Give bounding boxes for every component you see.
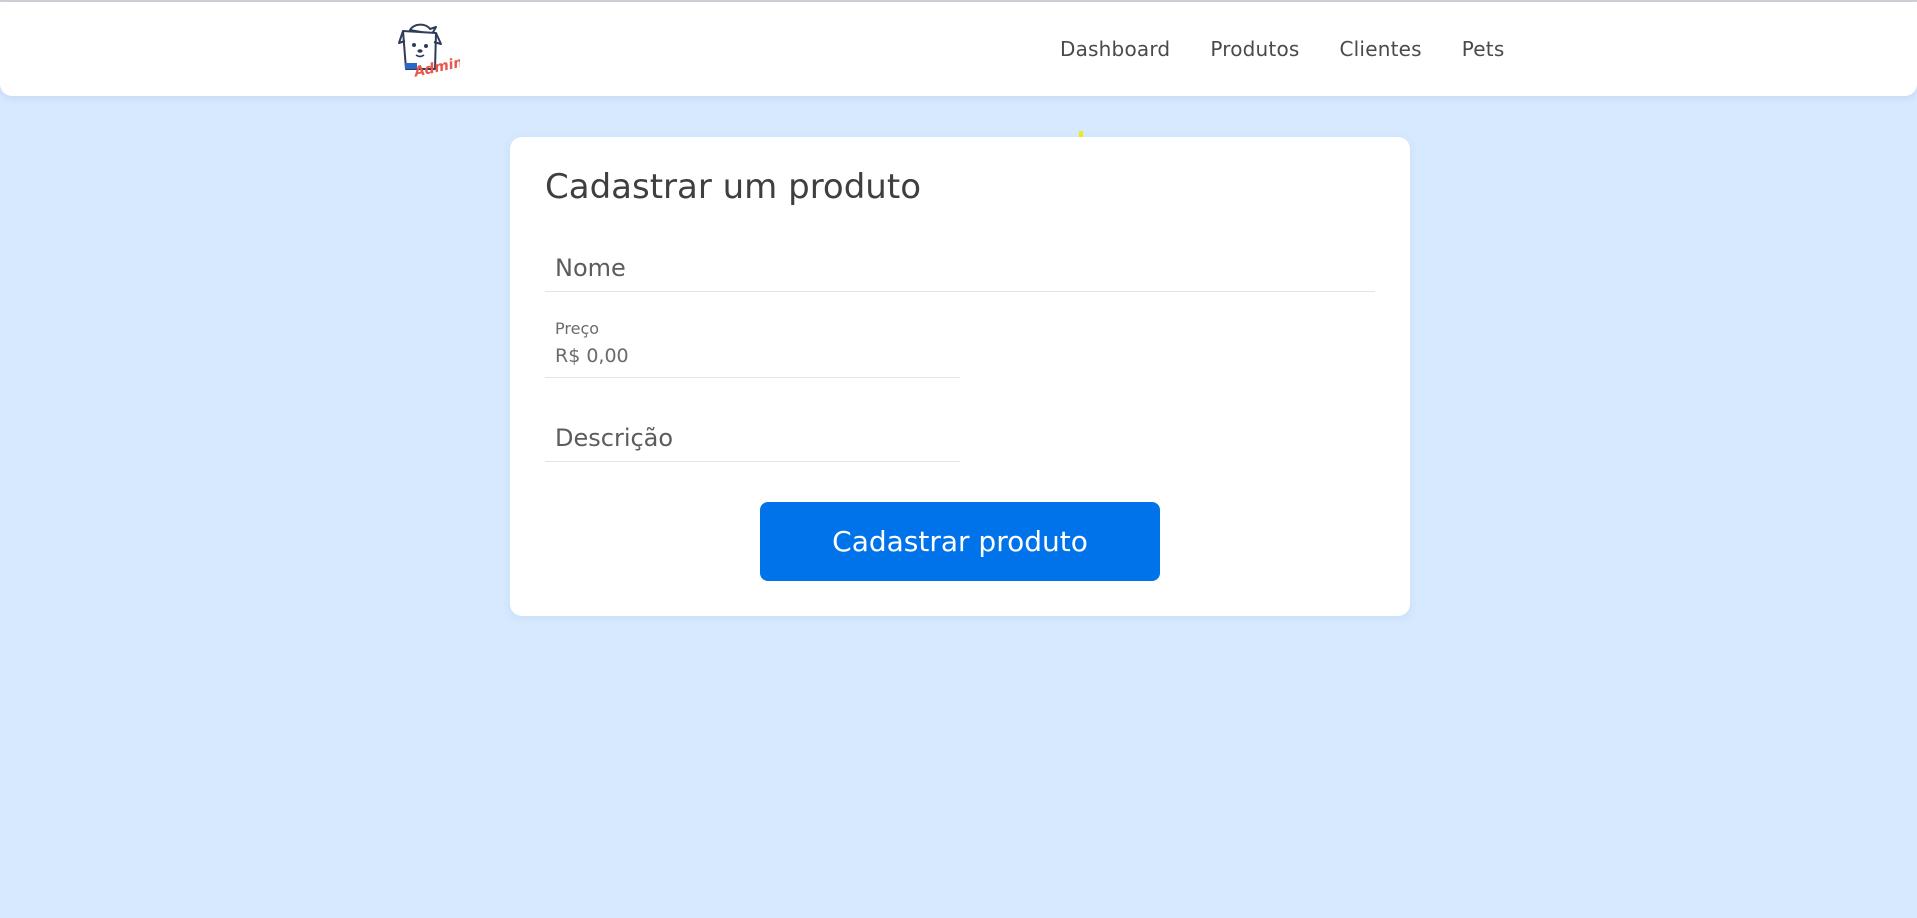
preco-value: R$ 0,00 (555, 345, 629, 367)
logo[interactable]: Admin (396, 21, 465, 81)
preco-label: Preço (555, 319, 600, 338)
nav-dashboard[interactable]: Dashboard (1060, 37, 1170, 61)
dog-mascot-icon: Admin (398, 23, 465, 81)
nav-produtos[interactable]: Produtos (1210, 37, 1299, 61)
top-header: Admin Dashboard Produtos Clientes Pets (0, 2, 1917, 96)
preco-input[interactable]: Preço R$ 0,00 (545, 315, 960, 378)
nav-pets[interactable]: Pets (1462, 37, 1505, 61)
nome-input[interactable]: Nome (545, 245, 1375, 292)
nome-placeholder: Nome (555, 254, 626, 282)
descricao-placeholder: Descrição (555, 424, 674, 452)
nav-clientes[interactable]: Clientes (1340, 37, 1422, 61)
main-nav: Dashboard Produtos Clientes Pets (1060, 2, 1504, 96)
form-title: Cadastrar um produto (545, 167, 921, 207)
descricao-input[interactable]: Descrição (545, 415, 960, 462)
product-form-card: Cadastrar um produto Nome Preço R$ 0,00 … (510, 137, 1410, 616)
cadastrar-produto-button[interactable]: Cadastrar produto (760, 502, 1160, 581)
